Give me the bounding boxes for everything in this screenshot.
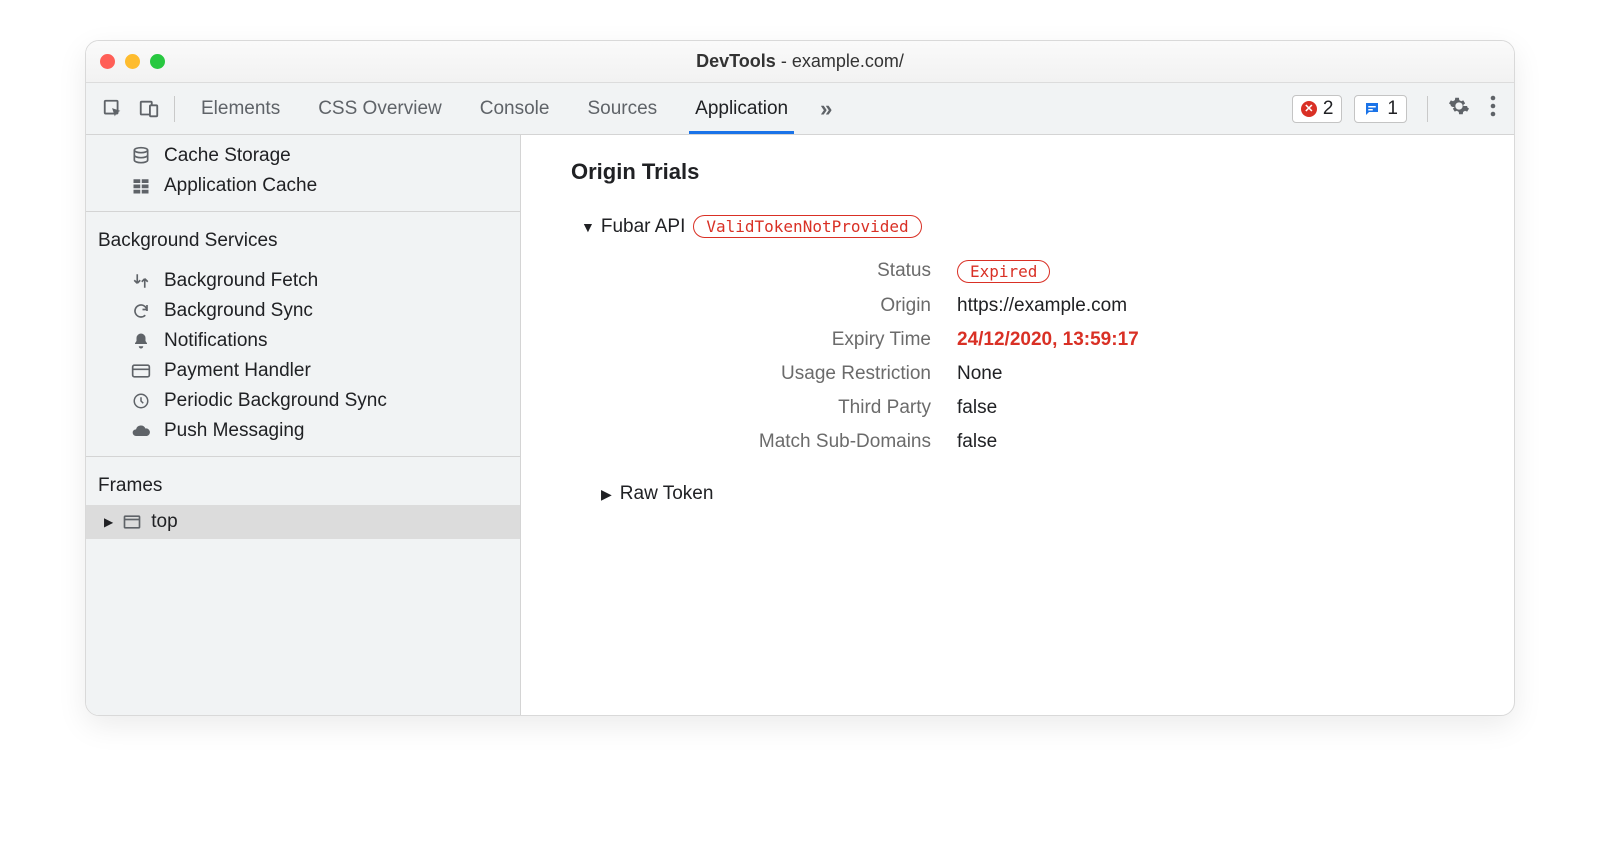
sync-icon [130, 302, 152, 320]
sidebar-header-frames: Frames [86, 461, 520, 505]
maximize-window-button[interactable] [150, 54, 165, 69]
tab-css-overview[interactable]: CSS Overview [314, 83, 446, 134]
messages-count[interactable]: 1 [1354, 95, 1407, 123]
trial-details: Status Expired Origin https://example.co… [651, 260, 1464, 453]
label-third-party: Third Party [651, 397, 931, 419]
raw-token-row[interactable]: ▶ Raw Token [601, 483, 1464, 505]
kebab-menu-icon[interactable] [1490, 95, 1496, 123]
minimize-window-button[interactable] [125, 54, 140, 69]
titlebar: DevTools - example.com/ [86, 41, 1514, 83]
more-tabs-chevron-icon[interactable]: » [820, 96, 832, 122]
sidebar-item-cache-storage[interactable]: Cache Storage [86, 141, 520, 171]
cloud-icon [130, 421, 152, 441]
label-status: Status [651, 260, 931, 283]
sidebar-header-background-services: Background Services [86, 216, 520, 260]
sidebar-item-periodic-background-sync[interactable]: Periodic Background Sync [86, 386, 520, 416]
raw-token-label: Raw Token [620, 483, 714, 505]
tab-application[interactable]: Application [691, 83, 792, 134]
grid-icon [130, 177, 152, 195]
sidebar-item-payment-handler[interactable]: Payment Handler [86, 356, 520, 386]
disclosure-triangle-right-icon[interactable]: ▶ [601, 486, 612, 503]
trial-header-row[interactable]: ▼ Fubar API ValidTokenNotProvided [581, 215, 1464, 238]
sidebar-item-frame-top[interactable]: ▶ top [86, 505, 520, 539]
sidebar-item-background-sync[interactable]: Background Sync [86, 296, 520, 326]
label-expiry: Expiry Time [651, 329, 931, 351]
settings-gear-icon[interactable] [1448, 95, 1470, 123]
main-panel: Origin Trials ▼ Fubar API ValidTokenNotP… [521, 135, 1514, 715]
window-title: DevTools - example.com/ [86, 51, 1514, 72]
value-status: Expired [957, 260, 1464, 283]
database-icon [130, 146, 152, 166]
inspect-element-icon[interactable] [102, 98, 124, 120]
traffic-lights [100, 54, 165, 69]
application-sidebar: Cache Storage Application Cache Backgrou… [86, 135, 521, 715]
body: Cache Storage Application Cache Backgrou… [86, 135, 1514, 715]
devtools-window: DevTools - example.com/ Elements CSS Ove… [85, 40, 1515, 716]
value-usage-restriction: None [957, 363, 1464, 385]
sidebar-item-background-fetch[interactable]: Background Fetch [86, 266, 520, 296]
sidebar-item-notifications[interactable]: Notifications [86, 326, 520, 356]
title-app: DevTools [696, 51, 776, 71]
label-usage-restriction: Usage Restriction [651, 363, 931, 385]
tab-console[interactable]: Console [476, 83, 554, 134]
value-expiry: 24/12/2020, 13:59:17 [957, 329, 1464, 351]
credit-card-icon [130, 361, 152, 381]
value-origin: https://example.com [957, 295, 1464, 317]
value-third-party: false [957, 397, 1464, 419]
expand-triangle-icon[interactable]: ▶ [104, 515, 113, 529]
tab-sources[interactable]: Sources [583, 83, 661, 134]
label-origin: Origin [651, 295, 931, 317]
window-icon [121, 512, 143, 532]
trial-badge: ValidTokenNotProvided [693, 215, 921, 238]
close-window-button[interactable] [100, 54, 115, 69]
value-match-subdomains: false [957, 431, 1464, 453]
trial-name: Fubar API [601, 216, 686, 238]
error-icon: ✕ [1301, 101, 1317, 117]
separator [174, 96, 175, 122]
title-url: example.com/ [792, 51, 904, 71]
message-icon [1363, 100, 1381, 118]
errors-count[interactable]: ✕ 2 [1292, 95, 1343, 123]
fetch-icon [130, 272, 152, 290]
separator [1427, 96, 1428, 122]
section-title-origin-trials: Origin Trials [571, 159, 1464, 185]
disclosure-triangle-down-icon[interactable]: ▼ [581, 219, 595, 235]
device-toolbar-icon[interactable] [138, 98, 160, 120]
sidebar-item-push-messaging[interactable]: Push Messaging [86, 416, 520, 446]
label-match-subdomains: Match Sub-Domains [651, 431, 931, 453]
panel-tabs: Elements CSS Overview Console Sources Ap… [197, 83, 792, 134]
sidebar-item-application-cache[interactable]: Application Cache [86, 171, 520, 201]
devtools-toolbar: Elements CSS Overview Console Sources Ap… [86, 83, 1514, 135]
tab-elements[interactable]: Elements [197, 83, 284, 134]
bell-icon [130, 332, 152, 350]
clock-icon [130, 392, 152, 410]
